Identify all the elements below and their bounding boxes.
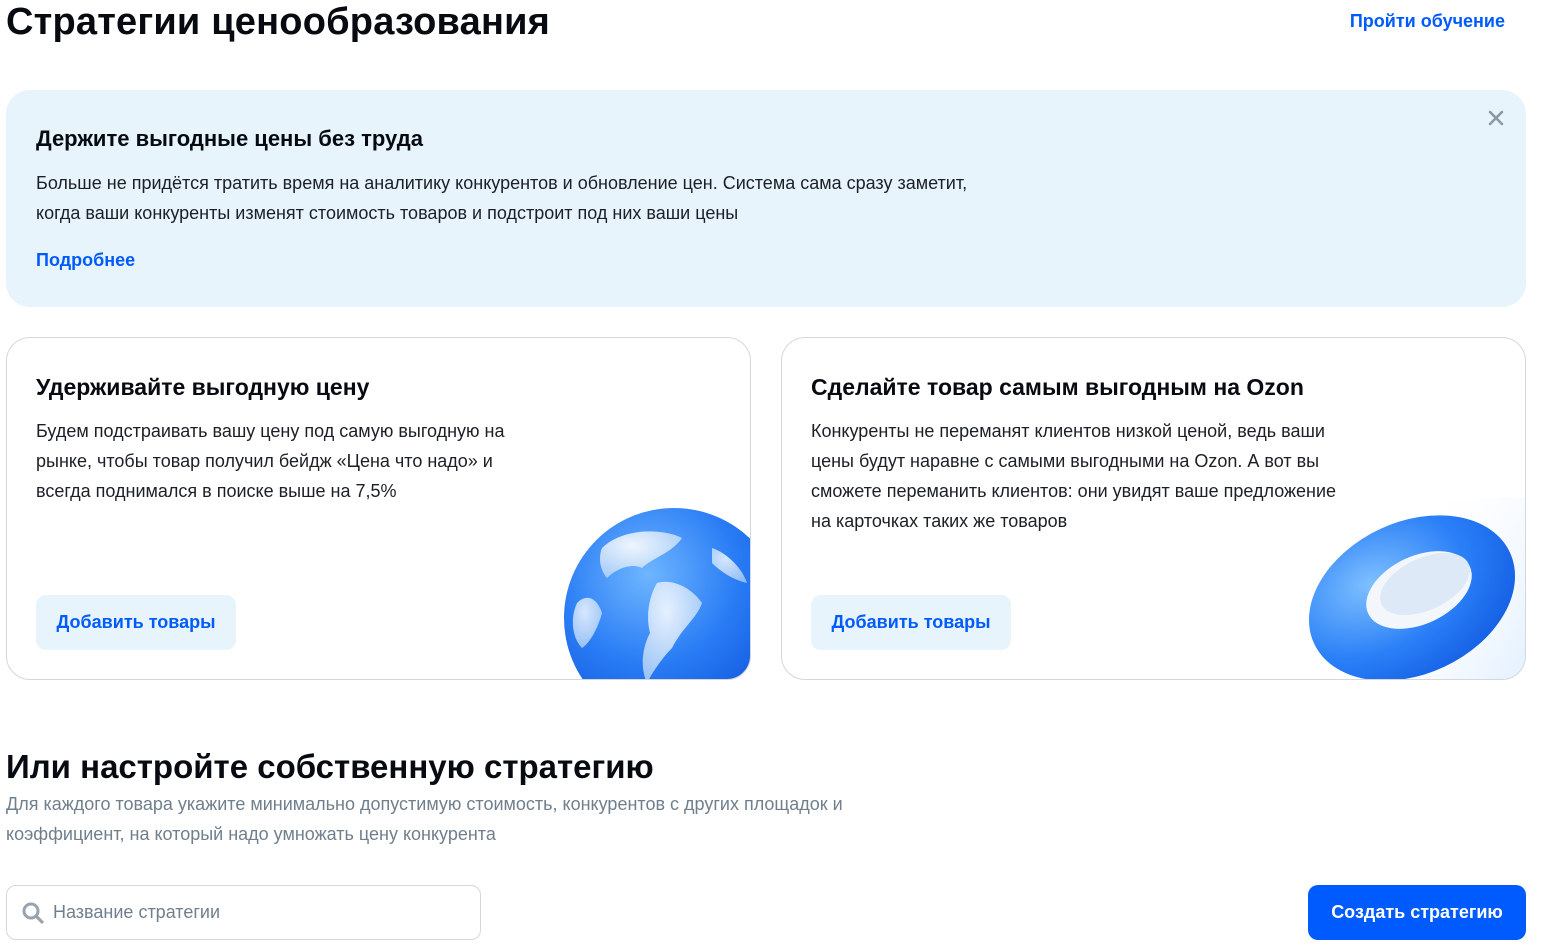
pricing-strategies-page: Стратегии ценообразования Пройти обучени… [0,0,1554,947]
card-text: Будем подстраивать вашу цену под самую в… [36,421,505,501]
banner-more-link[interactable]: Подробнее [36,250,135,271]
page-title: Стратегии ценообразования [6,1,551,43]
close-icon[interactable] [1484,106,1508,130]
banner-title: Держите выгодные цены без труда [36,126,423,151]
card-title: Удерживайте выгодную цену [36,374,370,400]
strategy-search[interactable] [6,885,481,940]
strategy-card-best-price: Сделайте товар самым выгодным на Ozon Ко… [781,337,1526,680]
card-title: Сделайте товар самым выгодным на Ozon [811,374,1304,400]
custom-strategy-title: Или настройте собственную стратегию [6,748,654,785]
training-link[interactable]: Пройти обучение [1350,11,1505,32]
ring-illustration [1308,498,1525,679]
create-strategy-button[interactable]: Создать стратегию [1308,885,1526,940]
globe-illustration [564,508,750,679]
search-input[interactable] [53,902,453,923]
add-products-button[interactable]: Добавить товары [36,595,236,650]
custom-strategy-text: Для каждого товара укажите минимально до… [6,794,843,844]
search-icon [21,901,45,925]
add-products-button[interactable]: Добавить товары [811,595,1011,650]
card-text: Конкуренты не переманят клиентов низкой … [811,421,1337,531]
banner-text: Больше не придётся тратить время на анал… [36,173,968,223]
info-banner: Держите выгодные цены без труда Больше н… [6,90,1526,307]
strategy-card-keep-price: Удерживайте выгодную цену Будем подстраи… [6,337,751,680]
